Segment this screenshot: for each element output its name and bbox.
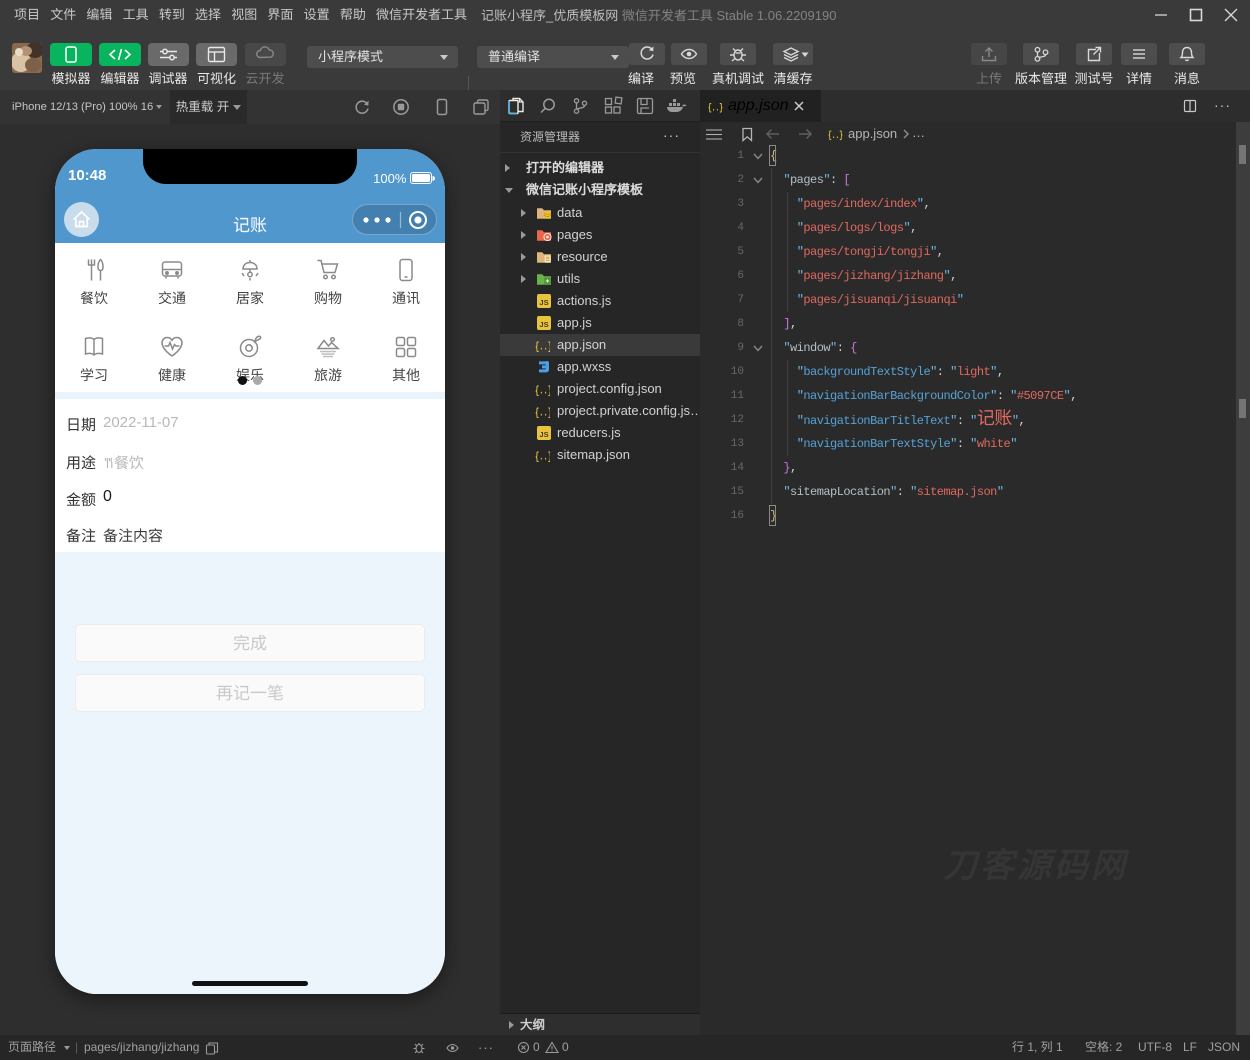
svg-text:{..}: {..} (708, 103, 723, 115)
svg-text:{..}: {..} (828, 130, 843, 142)
svg-text:{..}: {..} (535, 408, 550, 420)
svg-text:{..}: {..} (535, 452, 550, 464)
svg-text:JS: JS (539, 320, 548, 329)
svg-text:{..}: {..} (535, 386, 550, 398)
svg-text:{..}: {..} (535, 342, 550, 354)
svg-text:JS: JS (539, 298, 548, 307)
svg-text:JS: JS (539, 430, 548, 439)
